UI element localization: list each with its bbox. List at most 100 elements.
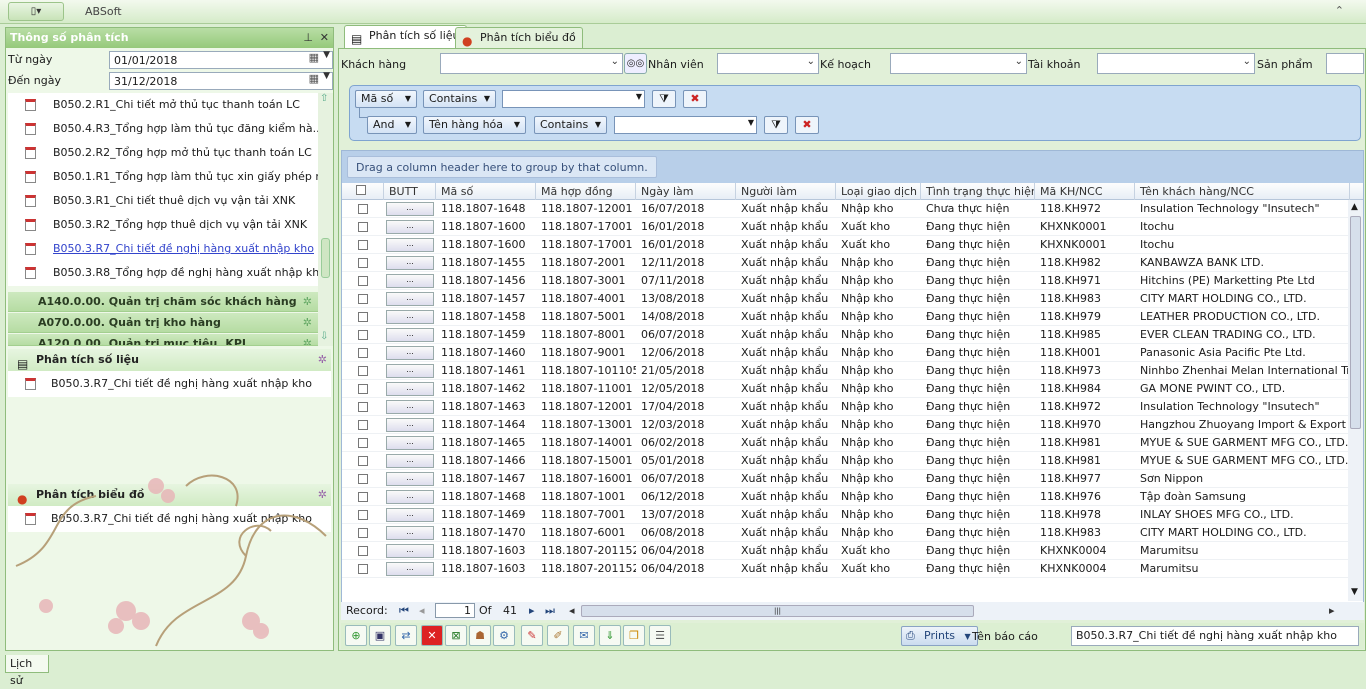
- horizontal-scroll-thumb[interactable]: |||: [581, 605, 974, 617]
- plan-select[interactable]: ⌄: [890, 53, 1027, 74]
- next-record-icon[interactable]: ▸: [529, 604, 535, 617]
- table-row[interactable]: ... 118.1807-1466 118.1807-15001 05/01/2018…: [342, 452, 1363, 470]
- expand-icon[interactable]: ✲: [318, 349, 327, 371]
- refresh-icon[interactable]: ⇄: [395, 625, 417, 646]
- row-action-button[interactable]: ...: [386, 220, 434, 234]
- excel-icon[interactable]: ⊠: [445, 625, 467, 646]
- table-row[interactable]: ... 118.1807-1603 118.1807-201152 06/04/201…: [342, 560, 1363, 578]
- group-kpi[interactable]: A120.0.00. Quản trị mục tiêu, KPI ✲: [8, 334, 318, 346]
- table-row[interactable]: ... 118.1807-1468 118.1807-1001 06/12/2018 X…: [342, 488, 1363, 506]
- row-action-button[interactable]: ...: [386, 256, 434, 270]
- grid-vertical-scrollbar[interactable]: ▲ ▼: [1348, 200, 1363, 601]
- row-checkbox[interactable]: [358, 330, 368, 340]
- row-checkbox[interactable]: [358, 528, 368, 538]
- table-row[interactable]: ... 118.1807-1603 118.1807-201152 06/04/201…: [342, 542, 1363, 560]
- row-action-button[interactable]: ...: [386, 274, 434, 288]
- delete-icon[interactable]: ✕: [421, 625, 443, 646]
- select-all-checkbox[interactable]: [356, 185, 366, 195]
- chevron-down-icon[interactable]: ▼: [323, 71, 330, 81]
- add-icon[interactable]: ⊕: [345, 625, 367, 646]
- expand-icon[interactable]: ✲: [303, 334, 312, 345]
- row-checkbox[interactable]: [358, 438, 368, 448]
- row-checkbox[interactable]: [358, 546, 368, 556]
- filter-field-1[interactable]: Mã số ▼: [355, 90, 417, 108]
- group-customer-care[interactable]: A140.0.00. Quản trị chăm sóc khách hàng ✲: [8, 292, 318, 312]
- collapse-ribbon-icon[interactable]: ⌃: [1335, 4, 1344, 17]
- prev-record-icon[interactable]: ◂: [419, 604, 425, 617]
- table-row[interactable]: ... 118.1807-1462 118.1807-11001 12/05/2018…: [342, 380, 1363, 398]
- list-icon[interactable]: ☰: [649, 625, 671, 646]
- row-action-button[interactable]: ...: [386, 562, 434, 576]
- column-header[interactable]: Mã KH/NCC: [1035, 183, 1135, 200]
- row-checkbox[interactable]: [358, 474, 368, 484]
- attach-icon[interactable]: ✐: [547, 625, 569, 646]
- table-row[interactable]: ... 118.1807-1470 118.1807-6001 06/08/2018 X…: [342, 524, 1363, 542]
- scroll-thumb[interactable]: [321, 238, 330, 278]
- edit-document-icon[interactable]: ✎: [521, 625, 543, 646]
- column-header[interactable]: Ngày làm: [636, 183, 736, 200]
- column-header[interactable]: Tình trạng thực hiện: [921, 183, 1035, 200]
- filter-operator-1[interactable]: Contains ▼: [423, 90, 496, 108]
- row-checkbox[interactable]: [358, 420, 368, 430]
- row-action-button[interactable]: ...: [386, 310, 434, 324]
- column-header[interactable]: Mã số: [436, 183, 536, 200]
- table-row[interactable]: ... 118.1807-1600 118.1807-17001 16/01/2018…: [342, 236, 1363, 254]
- panel-menu-button[interactable]: ▯▾: [8, 2, 64, 21]
- first-record-icon[interactable]: ⏮: [399, 604, 409, 618]
- row-checkbox[interactable]: [358, 240, 368, 250]
- report-item[interactable]: B050.3.R2_Tổng hợp thuê dịch vụ vận tải …: [8, 213, 318, 237]
- from-date-field[interactable]: 01/01/2018: [109, 51, 333, 69]
- row-checkbox[interactable]: [358, 222, 368, 232]
- filter-value-2[interactable]: ▼: [614, 116, 757, 134]
- table-row[interactable]: ... 118.1807-1458 118.1807-5001 14/08/2018 X…: [342, 308, 1363, 326]
- column-header[interactable]: Loại giao dịch: [836, 183, 921, 200]
- binoculars-icon[interactable]: ◎◎: [624, 53, 647, 74]
- row-checkbox[interactable]: [358, 348, 368, 358]
- data-analysis-item[interactable]: B050.3.R7_Chi tiết đề nghị hàng xuất nhậ…: [8, 371, 331, 397]
- report-item[interactable]: B050.1.R1_Tổng hợp làm thủ tục xin giấy …: [8, 165, 318, 189]
- table-row[interactable]: ... 118.1807-1457 118.1807-4001 13/08/2018 X…: [342, 290, 1363, 308]
- account-select[interactable]: ⌄: [1097, 53, 1255, 74]
- table-row[interactable]: ... 118.1807-1648 118.1807-12001 16/07/2018…: [342, 200, 1363, 218]
- history-tab[interactable]: Lịch sử: [5, 655, 49, 687]
- row-action-button[interactable]: ...: [386, 436, 434, 450]
- chevron-down-icon[interactable]: ▼: [323, 50, 330, 60]
- row-checkbox[interactable]: [358, 456, 368, 466]
- report-item[interactable]: B050.3.R1_Chi tiết thuê dịch vụ vận tải …: [8, 189, 318, 213]
- record-position-input[interactable]: 1: [435, 603, 475, 618]
- row-checkbox[interactable]: [358, 564, 368, 574]
- to-date-field[interactable]: 31/12/2018: [109, 72, 333, 90]
- tab-chart-analysis[interactable]: ● Phân tích biểu đồ: [455, 27, 583, 49]
- email-icon[interactable]: ✉: [573, 625, 595, 646]
- row-checkbox[interactable]: [358, 294, 368, 304]
- customer-select[interactable]: ⌄: [440, 53, 623, 74]
- apply-filter-icon[interactable]: ⧩: [652, 90, 676, 108]
- row-action-button[interactable]: ...: [386, 328, 434, 342]
- row-checkbox[interactable]: [358, 366, 368, 376]
- copy-icon[interactable]: ❐: [623, 625, 645, 646]
- row-action-button[interactable]: ...: [386, 238, 434, 252]
- clear-filter-icon[interactable]: ✖: [795, 116, 819, 134]
- table-row[interactable]: ... 118.1807-1455 118.1807-2001 12/11/2018 X…: [342, 254, 1363, 272]
- calendar-icon[interactable]: ▦: [309, 72, 319, 85]
- table-row[interactable]: ... 118.1807-1469 118.1807-7001 13/07/2018 X…: [342, 506, 1363, 524]
- close-icon[interactable]: ✕: [320, 28, 329, 48]
- table-row[interactable]: ... 118.1807-1456 118.1807-3001 07/11/2018 X…: [342, 272, 1363, 290]
- calendar-icon[interactable]: ▦: [309, 51, 319, 64]
- row-action-button[interactable]: ...: [386, 418, 434, 432]
- filter-field-2[interactable]: Tên hàng hóa ▼: [423, 116, 526, 134]
- row-action-button[interactable]: ...: [386, 346, 434, 360]
- pin-icon[interactable]: ⊥: [303, 28, 313, 48]
- column-header[interactable]: Tên khách hàng/NCC: [1135, 183, 1350, 200]
- row-action-button[interactable]: ...: [386, 526, 434, 540]
- table-row[interactable]: ... 118.1807-1600 118.1807-17001 16/01/2018…: [342, 218, 1363, 236]
- report-item[interactable]: B050.3.R8_Tổng hợp đề nghị hàng xuất nhậ…: [8, 261, 318, 285]
- download-icon[interactable]: ⇓: [599, 625, 621, 646]
- expand-icon[interactable]: ✲: [303, 313, 312, 333]
- table-row[interactable]: ... 118.1807-1464 118.1807-13001 12/03/2018…: [342, 416, 1363, 434]
- users-icon[interactable]: ☗: [469, 625, 491, 646]
- report-name-input[interactable]: B050.3.R7_Chi tiết đề nghị hàng xuất nhậ…: [1071, 626, 1359, 646]
- row-action-button[interactable]: ...: [386, 508, 434, 522]
- clear-filter-icon[interactable]: ✖: [683, 90, 707, 108]
- column-header[interactable]: BUTT: [384, 183, 436, 200]
